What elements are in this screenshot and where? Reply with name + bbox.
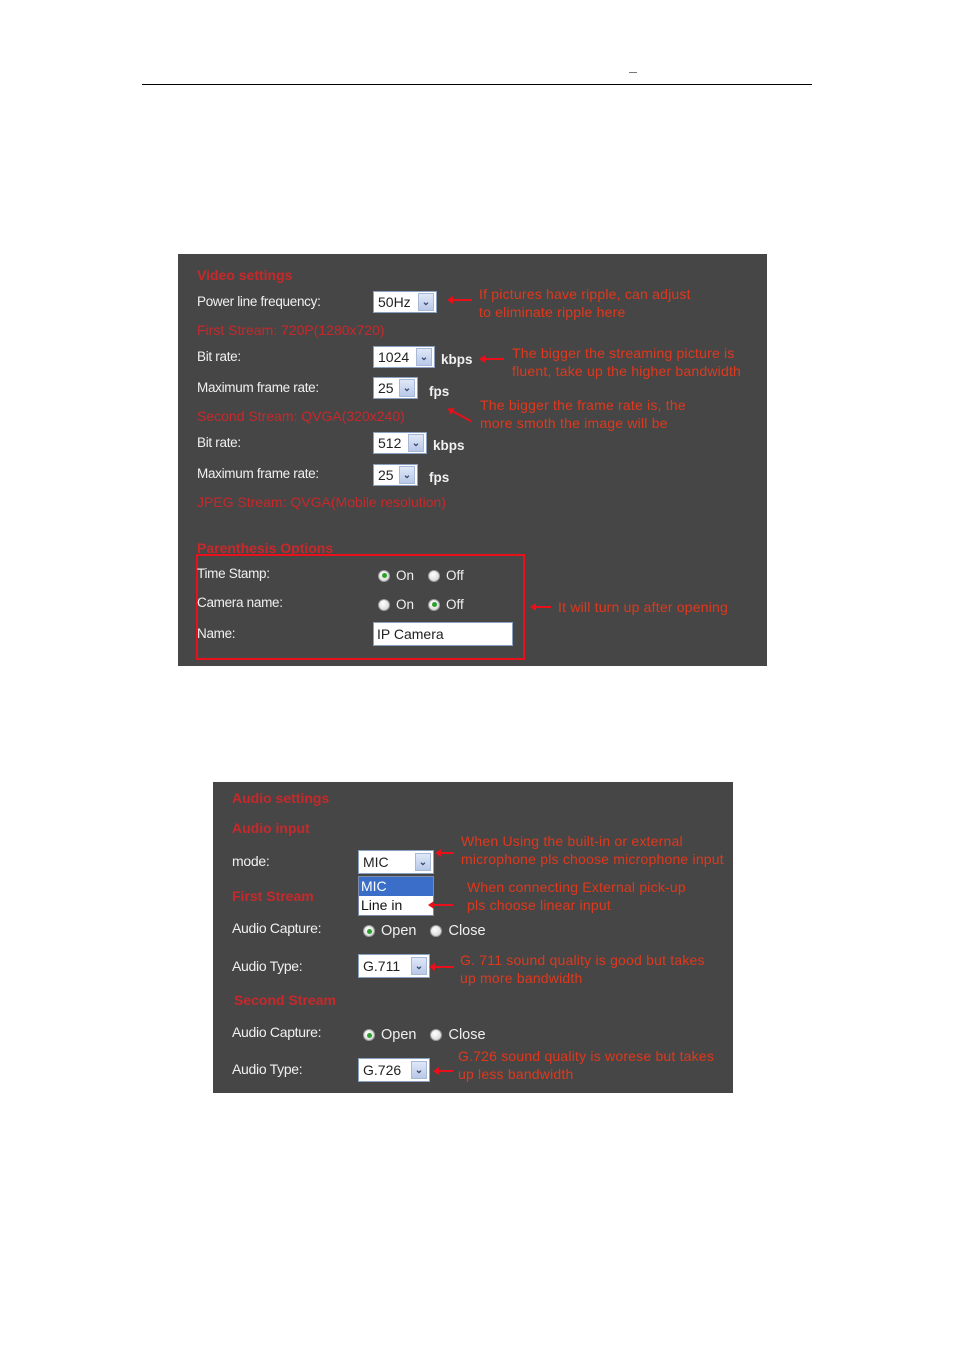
first-frame-rate-unit: fps: [429, 384, 450, 399]
g726-note-line1: G.726 sound quality is worese but takes: [458, 1048, 715, 1064]
bitrate-note-line1: The bigger the streaming picture is: [512, 345, 735, 361]
header-mark: [629, 72, 637, 73]
camera-name-on-radio[interactable]: [378, 598, 390, 611]
second-bit-rate-label: Bit rate:: [197, 435, 241, 450]
audio-input-title: Audio input: [232, 820, 310, 836]
first-capture-close-radio[interactable]: [430, 925, 443, 937]
jpeg-stream-title: JPEG Stream: QVGA(Mobile resolution): [197, 494, 446, 510]
linein-note-line1: When connecting External pick-up: [467, 879, 686, 895]
camera-name-input[interactable]: [373, 622, 513, 646]
power-line-frequency-label: Power line frequency:: [197, 294, 321, 309]
time-stamp-radio-group: On Off: [378, 568, 464, 583]
arrow-left-icon: [479, 355, 504, 363]
second-bit-rate-unit: kbps: [433, 438, 465, 453]
camera-name-off-label: Off: [446, 597, 464, 612]
second-frame-rate-label: Maximum frame rate:: [197, 466, 319, 481]
mode-option-mic[interactable]: MIC: [359, 877, 433, 896]
first-bit-rate-value: 1024: [378, 349, 410, 365]
chevron-down-icon[interactable]: ⌄: [411, 957, 427, 975]
arrow-left-icon: [447, 296, 472, 304]
first-bit-rate-select[interactable]: 1024 ⌄: [373, 346, 435, 368]
first-capture-open-label: Open: [381, 923, 417, 939]
first-capture-open-radio[interactable]: [363, 925, 375, 937]
second-audio-capture-radio-group: Open Close: [363, 1027, 486, 1043]
name-label: Name:: [197, 626, 236, 641]
camera-name-radio-group: On Off: [378, 597, 464, 612]
time-stamp-on-label: On: [396, 568, 415, 583]
time-stamp-off-radio[interactable]: [428, 569, 441, 582]
second-capture-open-radio[interactable]: [363, 1029, 375, 1041]
arrow-left-icon: [530, 603, 551, 611]
first-bit-rate-unit: kbps: [441, 352, 473, 367]
ripple-note-line2: to eliminate ripple here: [479, 304, 626, 320]
second-stream-title: Second Stream: QVGA(320x240): [197, 408, 405, 424]
camera-name-off-radio[interactable]: [428, 598, 441, 611]
framerate-note-line2: more smoth the image will be: [480, 415, 668, 431]
first-audio-type-select[interactable]: G.711 ⌄: [358, 954, 430, 978]
camera-name-on-label: On: [396, 597, 415, 612]
linein-note-line2: pls choose linear input: [467, 897, 611, 913]
first-audio-capture-radio-group: Open Close: [363, 923, 486, 939]
mode-dropdown-list: MIC Line in: [358, 876, 434, 916]
time-stamp-on-radio[interactable]: [378, 569, 390, 582]
arrow-left-icon: [429, 963, 454, 971]
second-capture-open-label: Open: [381, 1027, 417, 1043]
chevron-down-icon[interactable]: ⌄: [399, 379, 415, 397]
second-bit-rate-value: 512: [378, 435, 402, 451]
chevron-down-icon[interactable]: ⌄: [416, 348, 432, 366]
first-bit-rate-label: Bit rate:: [197, 349, 241, 364]
second-audio-type-select[interactable]: G.726 ⌄: [358, 1058, 430, 1082]
mode-label: mode:: [232, 853, 270, 869]
second-capture-close-label: Close: [448, 1027, 486, 1043]
chevron-down-icon[interactable]: ⌄: [408, 434, 424, 452]
first-capture-close-label: Close: [448, 923, 486, 939]
second-bit-rate-select[interactable]: 512 ⌄: [373, 432, 427, 454]
framerate-note-line1: The bigger the frame rate is, the: [480, 397, 686, 413]
header-rule: [142, 84, 812, 85]
second-frame-rate-unit: fps: [429, 470, 450, 485]
second-audio-type-label: Audio Type:: [232, 1061, 303, 1077]
first-frame-rate-label: Maximum frame rate:: [197, 380, 319, 395]
mode-value: MIC: [363, 854, 389, 870]
arrow-left-icon: [435, 849, 454, 857]
second-audio-capture-label: Audio Capture:: [232, 1024, 322, 1040]
bitrate-note-line2: fluent, take up the higher bandwidth: [512, 363, 742, 379]
chevron-down-icon[interactable]: ⌄: [415, 853, 431, 871]
second-audio-type-value: G.726: [363, 1062, 402, 1078]
camera-name-label: Camera name:: [197, 595, 283, 610]
second-frame-rate-value: 25: [378, 467, 394, 483]
g726-note-line2: up less bandwidth: [458, 1066, 574, 1082]
mic-note-line1: When Using the built-in or external: [461, 833, 683, 849]
osd-note: It will turn up after opening: [558, 599, 729, 615]
first-audio-type-value: G.711: [363, 958, 401, 974]
chevron-down-icon[interactable]: ⌄: [411, 1061, 427, 1079]
power-line-frequency-select[interactable]: 50Hz ⌄: [373, 291, 437, 313]
video-settings-title: Video settings: [197, 267, 293, 283]
arrow-left-icon: [433, 1067, 453, 1075]
first-audio-type-label: Audio Type:: [232, 958, 303, 974]
mode-select[interactable]: MIC ⌄: [358, 850, 434, 874]
audio-settings-title: Audio settings: [232, 790, 330, 806]
time-stamp-off-label: Off: [446, 568, 464, 583]
audio-second-stream-title: Second Stream: [234, 992, 336, 1008]
ripple-note-line1: If pictures have ripple, can adjust: [479, 286, 691, 302]
first-frame-rate-value: 25: [378, 380, 394, 396]
first-stream-title: First Stream: 720P(1280x720): [197, 322, 385, 338]
mode-option-line-in[interactable]: Line in: [359, 896, 433, 915]
first-audio-capture-label: Audio Capture:: [232, 920, 322, 936]
first-frame-rate-select[interactable]: 25 ⌄: [373, 377, 418, 399]
second-frame-rate-select[interactable]: 25 ⌄: [373, 464, 418, 486]
second-capture-close-radio[interactable]: [430, 1029, 443, 1041]
chevron-down-icon[interactable]: ⌄: [418, 293, 434, 311]
audio-first-stream-title: First Stream: [232, 888, 314, 904]
mic-note-line2: microphone pls choose microphone input: [461, 851, 724, 867]
power-line-frequency-value: 50Hz: [378, 294, 411, 310]
time-stamp-label: Time Stamp:: [197, 566, 270, 581]
g711-note-line1: G. 711 sound quality is good but takes: [460, 952, 705, 968]
chevron-down-icon[interactable]: ⌄: [399, 466, 415, 484]
g711-note-line2: up more bandwidth: [460, 970, 583, 986]
arrow-left-icon: [428, 901, 453, 909]
